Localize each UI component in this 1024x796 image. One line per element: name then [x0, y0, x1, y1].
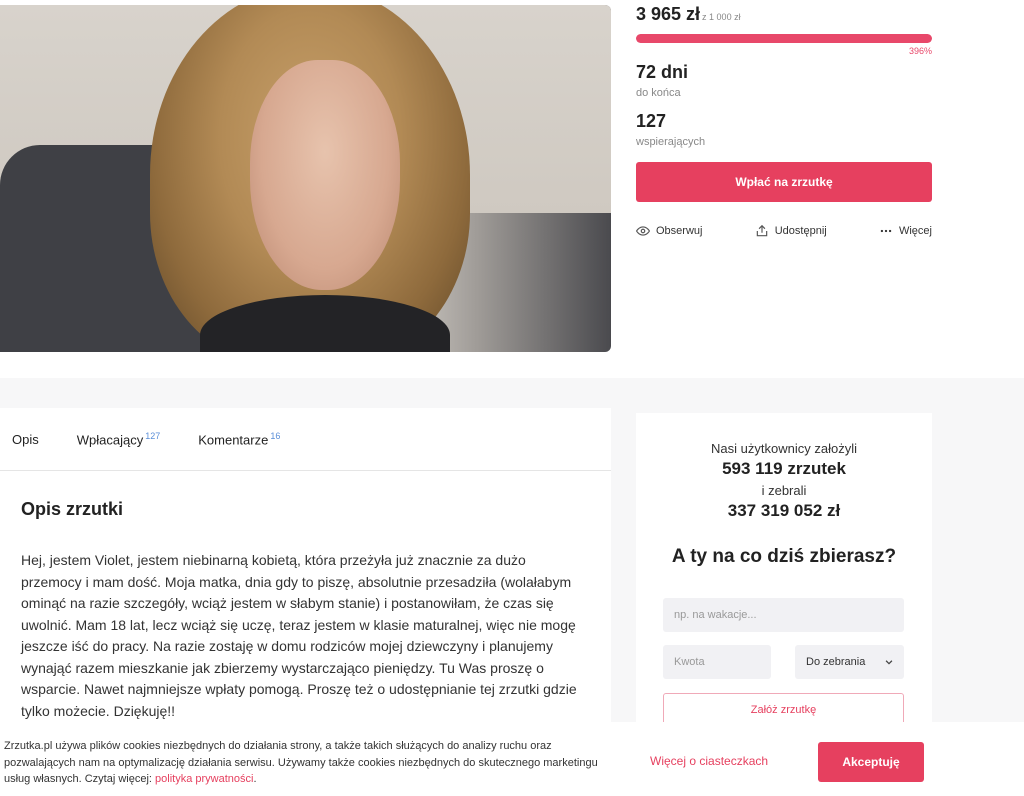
chevron-down-icon — [885, 660, 893, 665]
progress-percent: 396% — [908, 46, 932, 56]
more-button[interactable]: Więcej — [879, 224, 932, 238]
share-icon — [756, 224, 767, 237]
tab-description[interactable]: Opis — [12, 432, 39, 447]
accept-cookies-button[interactable]: Akceptuję — [818, 742, 924, 782]
total-collected: 337 319 052 zł — [727, 501, 841, 520]
goal-type-select[interactable]: Do zebrania — [795, 645, 904, 679]
follow-button[interactable]: Obserwuj — [636, 224, 702, 238]
description-title: Opis zrzutki — [21, 499, 124, 519]
amount-input[interactable]: Kwota — [663, 645, 771, 679]
more-dots-icon — [880, 229, 892, 233]
cookie-banner: Zrzutka.pl używa plików cookies niezbędn… — [0, 722, 1024, 796]
cookie-more-link[interactable]: Więcej o ciasteczkach — [650, 754, 768, 768]
days-left: 72 dni do końca — [636, 62, 689, 99]
collected-text: i zebrali — [761, 483, 807, 498]
eye-icon — [636, 226, 650, 236]
tabs: Opis Wpłacający 127 Komentarze 16 — [0, 408, 611, 471]
progress-bar — [636, 34, 932, 43]
tab-supporters[interactable]: Wpłacający 127 — [77, 431, 161, 447]
goal-amount: z 1 000 zł — [702, 12, 741, 22]
supporters-count: 127 wspierających — [636, 111, 706, 148]
purpose-input[interactable]: np. na wakacje... — [663, 598, 904, 632]
donate-button[interactable]: Wpłać na zrzutkę — [636, 162, 932, 202]
cookie-text: Zrzutka.pl używa plików cookies niezbędn… — [4, 740, 598, 785]
comments-count-badge: 16 — [270, 430, 281, 441]
campaign-stats: 3 965 zł z 1 000 zł 396% 72 dni do końca … — [636, 0, 932, 238]
create-heading: A ty na co dziś zbierasz? — [671, 546, 897, 567]
share-button[interactable]: Udostępnij — [755, 224, 827, 238]
campaign-photo — [0, 5, 611, 352]
progress-fill — [636, 34, 932, 43]
supporters-count-badge: 127 — [145, 430, 161, 441]
fundraiser-count: 593 119 zrzutek — [722, 459, 846, 478]
description-text: Hej, jestem Violet, jestem niebinarną ko… — [21, 552, 577, 719]
tab-comments[interactable]: Komentarze 16 — [198, 431, 280, 447]
raised-amount: 3 965 zł z 1 000 zł — [636, 4, 741, 24]
users-created-text: Nasi użytkownicy założyli — [711, 441, 857, 456]
privacy-policy-link[interactable]: polityka prywatności — [155, 773, 253, 785]
